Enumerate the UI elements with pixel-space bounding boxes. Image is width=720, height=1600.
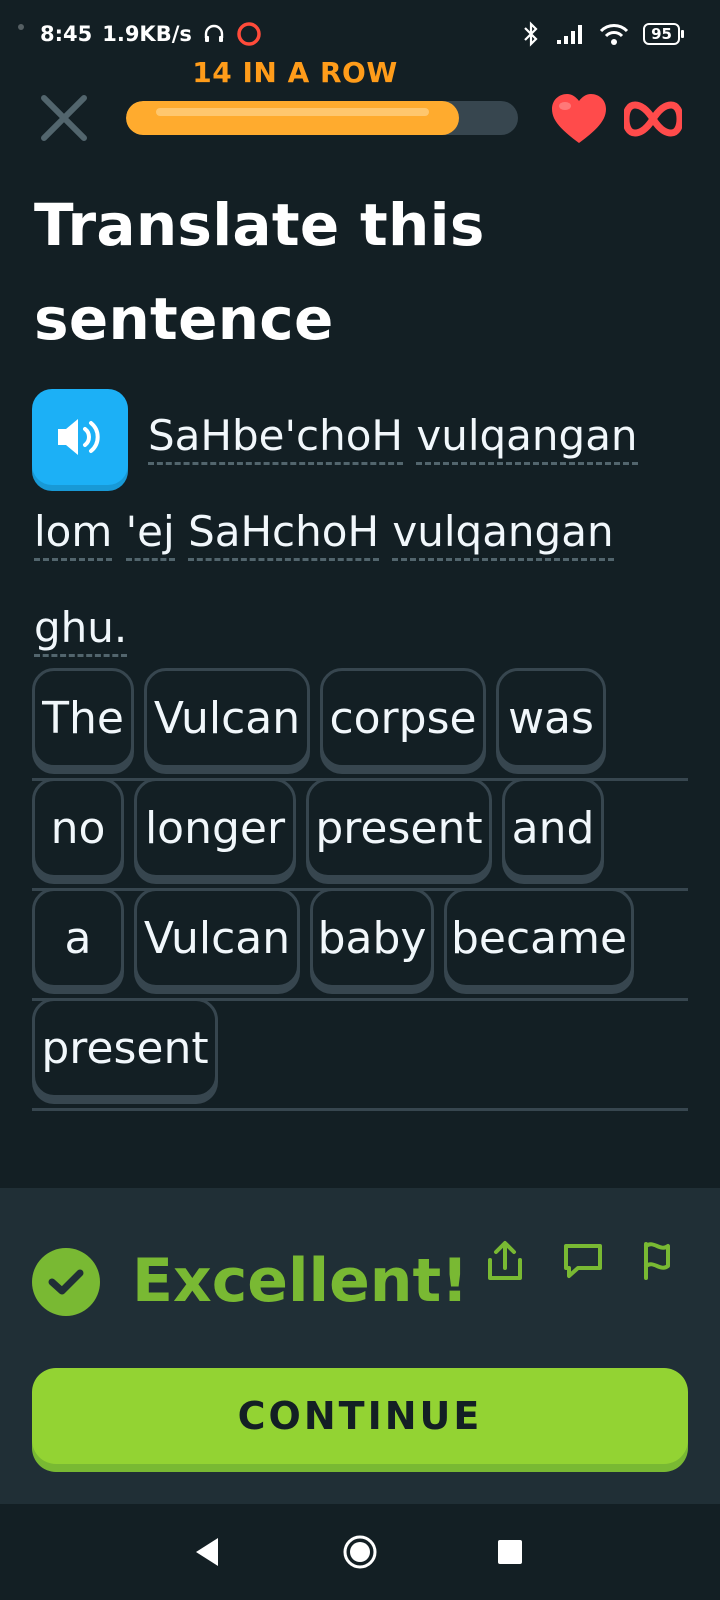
ring-icon: [237, 22, 261, 46]
answer-tile[interactable]: corpse: [320, 668, 486, 768]
sentence-word[interactable]: SaHchoH: [188, 507, 380, 561]
sentence-word[interactable]: ghu.: [34, 603, 128, 657]
sentence-word[interactable]: lom: [34, 507, 113, 561]
battery-indicator: 95: [643, 23, 684, 45]
continue-button[interactable]: CONTINUE: [32, 1368, 688, 1464]
source-sentence: SaHbe'choH vulqangan lom 'ej SaHchoH vul…: [34, 388, 684, 676]
home-icon[interactable]: [340, 1532, 380, 1572]
answer-tile[interactable]: present: [32, 998, 218, 1098]
bluetooth-icon: [524, 21, 538, 47]
signal-icon: [557, 25, 583, 44]
share-icon[interactable]: [482, 1238, 528, 1284]
answer-tile[interactable]: was: [496, 668, 606, 768]
camera-dot: [18, 24, 24, 30]
answer-line: [32, 1108, 688, 1111]
headphones-icon: [204, 24, 224, 42]
answer-tile[interactable]: baby: [310, 888, 434, 988]
streak-label: 14 IN A ROW: [192, 56, 398, 89]
flag-icon[interactable]: [640, 1238, 686, 1284]
answer-tile[interactable]: no: [32, 778, 124, 878]
close-icon[interactable]: [36, 90, 92, 146]
status-speed: 1.9KB/s: [102, 22, 192, 46]
status-right: 95: [521, 21, 684, 47]
wifi-icon: [600, 24, 629, 45]
correct-badge: [32, 1248, 100, 1316]
play-audio-button[interactable]: [32, 389, 128, 485]
comment-icon[interactable]: [560, 1238, 606, 1284]
sentence-word[interactable]: vulqangan: [416, 411, 638, 465]
check-icon: [48, 1269, 84, 1295]
status-time: 8:45: [40, 22, 93, 46]
answer-tile[interactable]: and: [502, 778, 604, 878]
answer-tile[interactable]: Vulcan: [144, 668, 310, 768]
sentence-word[interactable]: vulqangan: [392, 507, 614, 561]
answer-tile[interactable]: The: [32, 668, 134, 768]
answer-tile[interactable]: became: [444, 888, 634, 988]
sentence-word[interactable]: 'ej: [125, 507, 175, 561]
back-icon[interactable]: [188, 1532, 228, 1572]
sentence-word[interactable]: SaHbe'choH: [148, 411, 404, 465]
infinity-icon: [624, 101, 682, 137]
answer-tile[interactable]: present: [306, 778, 492, 878]
answer-tile[interactable]: Vulcan: [134, 888, 300, 988]
system-nav-bar: [0, 1504, 720, 1600]
heart-icon[interactable]: [550, 93, 608, 145]
answer-tile[interactable]: a: [32, 888, 124, 988]
lesson-progress-bar: [126, 101, 518, 135]
lesson-progress-fill: [126, 101, 460, 135]
feedback-title: Excellent!: [132, 1246, 469, 1316]
answer-tile[interactable]: longer: [134, 778, 296, 878]
status-left: 8:45 1.9KB/s: [40, 21, 262, 47]
speaker-icon: [58, 419, 100, 455]
feedback-panel: Excellent! CONTINUE: [0, 1188, 720, 1504]
prompt-title: Translate this sentence: [34, 191, 485, 353]
recents-icon[interactable]: [490, 1532, 530, 1572]
